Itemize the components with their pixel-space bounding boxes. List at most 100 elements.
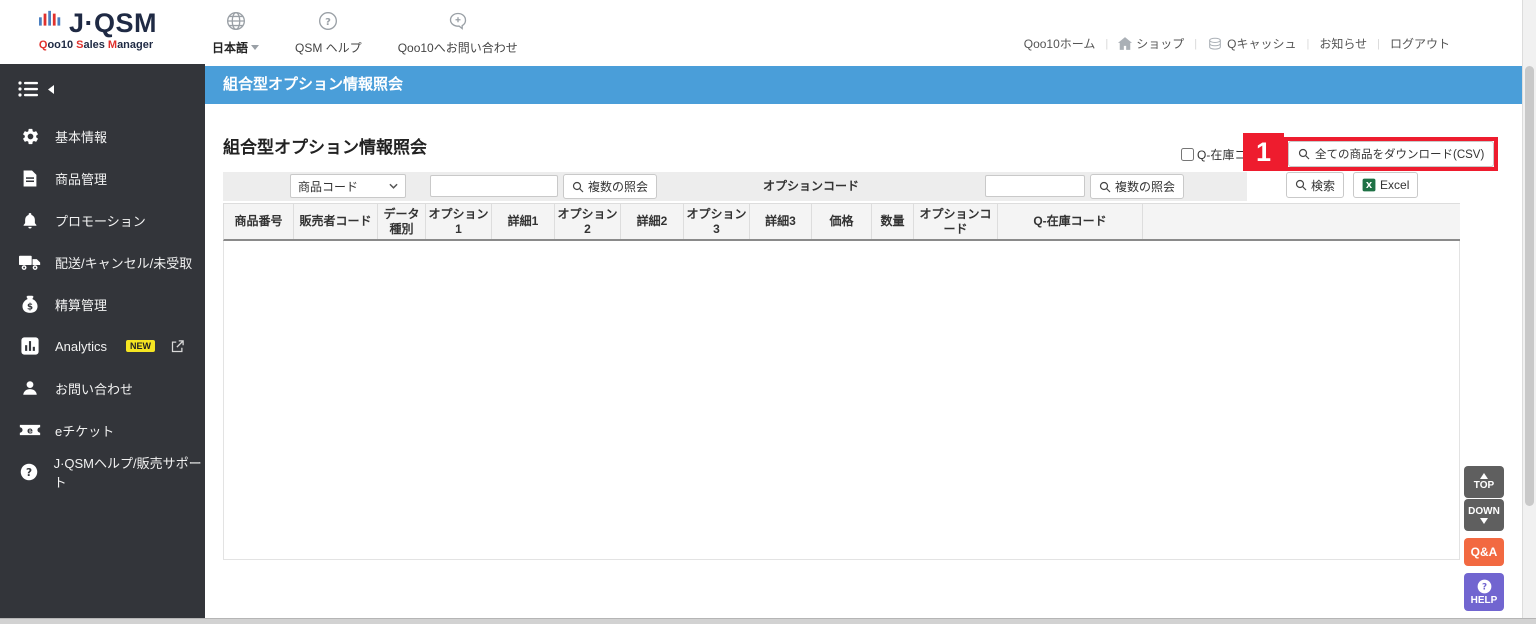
- question-circle-icon: ?: [18, 463, 41, 481]
- column-header: 価格: [812, 204, 872, 239]
- option-code-label: オプションコード: [763, 179, 860, 193]
- svg-text:e: e: [27, 425, 33, 435]
- qoo10-home-link[interactable]: Qoo10ホーム: [1024, 35, 1096, 52]
- search-field-select[interactable]: 商品コード: [290, 174, 406, 198]
- table-header-row: 商品番号 販売者コード データ種別 オプション1 詳細1 オプション2 詳細2 …: [223, 203, 1460, 241]
- new-badge: NEW: [126, 340, 156, 352]
- sidebar-item-shipping[interactable]: 配送/キャンセル/未受取: [0, 241, 205, 283]
- sidebar-item-label: 基本情報: [55, 129, 108, 145]
- jqsm-logo[interactable]: J·QSM Qoo10 Sales Manager: [38, 9, 157, 52]
- sidebar-item-product-management[interactable]: 商品管理: [0, 157, 205, 199]
- chat-plus-icon: [448, 11, 468, 34]
- multi-search-button-2[interactable]: 複数の照会: [1090, 174, 1185, 199]
- column-header: オプション2: [555, 204, 621, 239]
- sidebar-item-help-support[interactable]: ? J·QSMヘルプ/販売サポート: [0, 451, 205, 493]
- sidebar-collapse-button[interactable]: [0, 64, 205, 109]
- annotation-highlight-frame: 全ての商品をダウンロード(CSV): [1284, 137, 1499, 171]
- bell-icon: [18, 211, 42, 230]
- logo-bars-icon: [38, 9, 64, 38]
- sidebar-item-label: 精算管理: [55, 297, 108, 313]
- sidebar-item-inquiry[interactable]: お問い合わせ: [0, 367, 205, 409]
- option-code-input[interactable]: [985, 175, 1085, 197]
- sidebar-item-label: 商品管理: [55, 171, 108, 187]
- header-links: Qoo10ホーム | ショップ | Qキャッシュ | お知らせ | ログアウト: [1024, 35, 1450, 52]
- column-header: 詳細3: [750, 204, 812, 239]
- search-filter-bar: 商品コード 複数の照会 オプションコード 複数の照会: [223, 172, 1247, 201]
- home-icon: [1118, 37, 1133, 50]
- download-all-csv-button[interactable]: 全ての商品をダウンロード(CSV): [1288, 141, 1495, 167]
- search-actions: 検索 X Excel: [1286, 172, 1419, 198]
- separator: |: [1377, 37, 1380, 50]
- column-header: 商品番号: [224, 204, 294, 239]
- horizontal-scrollbar[interactable]: [0, 618, 1536, 624]
- search-icon: [1099, 181, 1111, 192]
- page-title-bar: 組合型オプション情報照会: [205, 66, 1522, 104]
- chevron-down-icon: [389, 183, 398, 189]
- top-header: J·QSM Qoo10 Sales Manager 日本語 ? QSM ヘルプ Qo…: [0, 0, 1536, 64]
- scroll-top-button[interactable]: TOP: [1464, 466, 1504, 498]
- person-icon: [18, 379, 42, 397]
- column-header: 販売者コード: [294, 204, 378, 239]
- scroll-down-button[interactable]: DOWN: [1464, 499, 1504, 531]
- qa-button[interactable]: Q&A: [1464, 538, 1504, 566]
- sidebar-item-label: プロモーション: [55, 213, 146, 229]
- coins-icon: [1209, 37, 1221, 50]
- help-button[interactable]: ? HELP: [1464, 573, 1504, 611]
- separator: |: [1194, 37, 1198, 50]
- header-nav: 日本語 ? QSM ヘルプ Qoo10へお問い合わせ: [212, 11, 518, 56]
- qcash-link[interactable]: Qキャッシュ: [1207, 35, 1297, 52]
- column-header: 詳細2: [621, 204, 684, 239]
- notice-link[interactable]: お知らせ: [1319, 35, 1367, 52]
- truck-icon: [18, 254, 42, 271]
- column-header: オプション1: [426, 204, 492, 239]
- qoo10-contact-link[interactable]: Qoo10へお問い合わせ: [398, 11, 518, 56]
- external-link-icon: [170, 339, 185, 354]
- multi-search-button[interactable]: 複数の照会: [563, 174, 658, 199]
- search-field-select-value: 商品コード: [298, 179, 359, 194]
- bar-chart-icon: [18, 337, 42, 355]
- globe-icon: [226, 11, 246, 34]
- scrollbar-thumb[interactable]: [1525, 66, 1534, 506]
- column-header: オプションコード: [914, 204, 998, 239]
- sidebar-item-eticket[interactable]: e eチケット: [0, 409, 205, 451]
- gear-icon: [18, 127, 42, 146]
- triangle-left-icon: [48, 84, 54, 94]
- column-header: Q-在庫コード: [998, 204, 1143, 239]
- language-selector[interactable]: 日本語: [212, 11, 260, 56]
- column-header: 詳細1: [492, 204, 555, 239]
- search-icon: [1295, 179, 1307, 191]
- triangle-up-icon: [1480, 473, 1488, 479]
- column-header: データ種別: [378, 204, 426, 239]
- chevron-down-icon: [251, 45, 260, 50]
- triangle-down-icon: [1480, 518, 1488, 524]
- search-icon: [572, 181, 584, 192]
- separator: |: [1306, 37, 1310, 50]
- search-button[interactable]: 検索: [1286, 172, 1345, 198]
- excel-icon: X: [1362, 178, 1376, 192]
- qsm-help-link[interactable]: ? QSM ヘルプ: [295, 11, 362, 56]
- logout-link[interactable]: ログアウト: [1390, 35, 1450, 52]
- svg-text:?: ?: [26, 467, 32, 479]
- sidebar-item-label: eチケット: [55, 423, 115, 439]
- shop-link[interactable]: ショップ: [1118, 35, 1184, 52]
- sidebar: 基本情報 商品管理 プロモーション 配送/キャンセル/未受取 $ 精算管理 An…: [0, 64, 205, 618]
- search-icon: [1298, 148, 1310, 160]
- sidebar-item-label: J·QSMヘルプ/販売サポート: [53, 456, 202, 490]
- ticket-icon: e: [18, 422, 42, 438]
- vertical-scrollbar[interactable]: [1522, 0, 1536, 624]
- svg-text:X: X: [1366, 180, 1373, 190]
- question-circle-icon: ?: [1477, 579, 1491, 593]
- excel-export-button[interactable]: X Excel: [1353, 172, 1419, 198]
- svg-text:$: $: [27, 302, 33, 312]
- qstock-checkbox[interactable]: [1181, 148, 1194, 161]
- sidebar-item-label: お問い合わせ: [55, 381, 134, 397]
- sidebar-item-promotion[interactable]: プロモーション: [0, 199, 205, 241]
- product-code-input[interactable]: [430, 175, 558, 197]
- sidebar-item-settlement[interactable]: $ 精算管理: [0, 283, 205, 325]
- sidebar-item-basic-info[interactable]: 基本情報: [0, 115, 205, 157]
- sidebar-item-analytics[interactable]: Analytics NEW: [0, 325, 205, 367]
- money-bag-icon: $: [18, 295, 42, 314]
- column-header-filler: [1143, 204, 1460, 239]
- language-label: 日本語: [212, 41, 249, 55]
- sidebar-menu: 基本情報 商品管理 プロモーション 配送/キャンセル/未受取 $ 精算管理 An…: [0, 115, 205, 493]
